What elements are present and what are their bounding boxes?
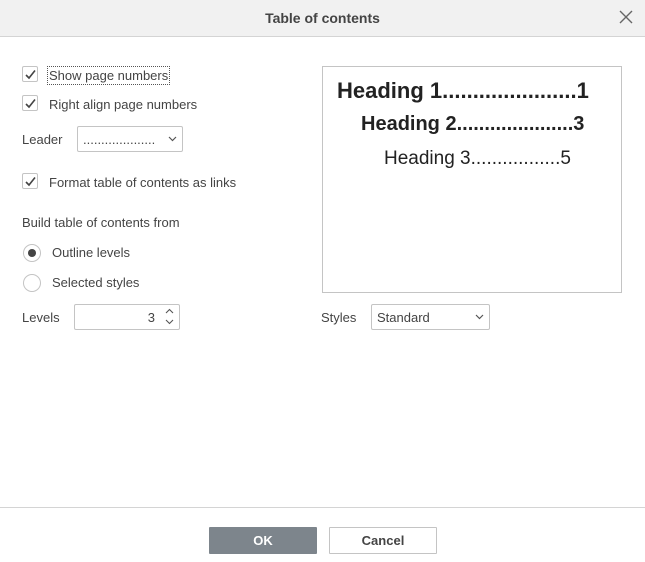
dialog-footer: OK Cancel (0, 507, 645, 562)
selected-styles-radio[interactable] (23, 274, 41, 292)
outline-levels-label[interactable]: Outline levels (52, 245, 130, 260)
preview-heading-1: Heading 1......................1 (337, 78, 589, 103)
checkmark-icon (25, 177, 36, 187)
radio-selected-dot (28, 249, 36, 257)
preview-heading-2: Heading 2.....................3 (361, 113, 585, 135)
checkmark-icon (25, 70, 36, 80)
levels-label: Levels (22, 310, 60, 325)
right-align-page-numbers-label[interactable]: Right align page numbers (49, 97, 197, 112)
close-icon[interactable] (617, 8, 635, 26)
preview-heading-3: Heading 3.................5 (384, 148, 571, 169)
styles-select[interactable]: Standard (371, 304, 490, 330)
checkmark-icon (25, 99, 36, 109)
levels-spinner[interactable]: 3 (74, 304, 180, 330)
toc-preview: Heading 1......................1 Heading… (322, 66, 622, 293)
leader-label: Leader (22, 132, 63, 147)
cancel-button[interactable]: Cancel (329, 527, 437, 554)
format-links-label[interactable]: Format table of contents as links (49, 175, 236, 190)
dialog-title: Table of contents (265, 10, 380, 26)
build-from-heading: Build table of contents from (22, 215, 180, 230)
leader-select-value: .................... (83, 132, 156, 147)
levels-value: 3 (147, 310, 155, 325)
chevron-down-icon[interactable] (165, 319, 174, 325)
format-links-checkbox[interactable] (22, 173, 38, 189)
styles-select-value: Standard (377, 310, 430, 325)
show-page-numbers-checkbox[interactable] (22, 66, 38, 82)
chevron-down-icon (168, 136, 177, 142)
show-page-numbers-label[interactable]: Show page numbers (46, 66, 171, 85)
selected-styles-label[interactable]: Selected styles (52, 275, 139, 290)
right-align-page-numbers-checkbox[interactable] (22, 95, 38, 111)
toc-dialog: Table of contents Show page numbers Righ… (0, 0, 645, 562)
ok-button[interactable]: OK (209, 527, 317, 554)
chevron-up-icon[interactable] (165, 308, 174, 314)
chevron-down-icon (475, 314, 484, 320)
outline-levels-radio[interactable] (23, 244, 41, 262)
leader-select[interactable]: .................... (77, 126, 183, 152)
styles-label: Styles (321, 310, 357, 325)
dialog-titlebar: Table of contents (0, 0, 645, 37)
